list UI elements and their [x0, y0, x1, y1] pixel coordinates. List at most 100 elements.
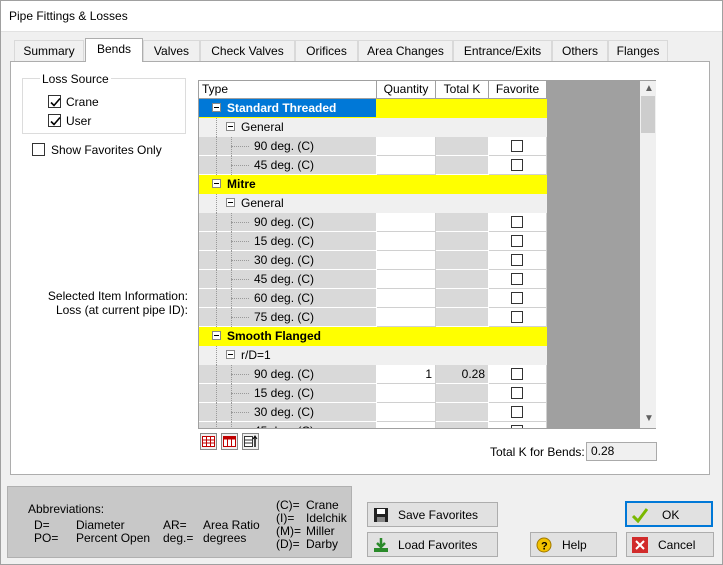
table-row[interactable]: 90 deg. (C) 1 0.28: [199, 365, 547, 384]
abbr-key: (C)=: [276, 498, 300, 512]
favorite-cell: [489, 99, 547, 118]
favorite-checkbox[interactable]: [511, 368, 523, 380]
table-row[interactable]: 75 deg. (C): [199, 308, 547, 327]
favorite-checkbox[interactable]: [511, 311, 523, 323]
collapse-icon[interactable]: [226, 198, 235, 207]
favorite-checkbox[interactable]: [511, 292, 523, 304]
favorite-checkbox[interactable]: [511, 216, 523, 228]
quantity-cell[interactable]: [377, 289, 436, 308]
table-row[interactable]: 90 deg. (C): [199, 137, 547, 156]
grid-body: Type Quantity Total K Favorite Standard …: [199, 81, 547, 428]
table-row[interactable]: 45 deg. (C): [199, 156, 547, 175]
table-row[interactable]: 60 deg. (C): [199, 289, 547, 308]
collapse-icon[interactable]: [226, 350, 235, 359]
category-row[interactable]: Smooth Flanged: [199, 327, 547, 346]
table-row[interactable]: 15 deg. (C): [199, 384, 547, 403]
quantity-cell: [377, 327, 436, 346]
subgroup-filler: [377, 346, 547, 365]
item-label: 45 deg. (C): [254, 422, 314, 428]
favorite-checkbox[interactable]: [511, 140, 523, 152]
tab-flanges[interactable]: Flanges: [608, 40, 668, 61]
tab-check-valves[interactable]: Check Valves: [200, 40, 295, 61]
table-row[interactable]: 30 deg. (C): [199, 403, 547, 422]
favorite-checkbox[interactable]: [511, 273, 523, 285]
subgroup-row[interactable]: General: [199, 118, 547, 137]
table-row[interactable]: 30 deg. (C): [199, 251, 547, 270]
item-label: 90 deg. (C): [254, 139, 315, 153]
grid-vertical-scrollbar[interactable]: ▲ ▼: [640, 81, 656, 428]
quantity-cell[interactable]: [377, 384, 436, 403]
save-favorites-button[interactable]: Save Favorites: [367, 502, 498, 527]
tab-bends[interactable]: Bends: [85, 38, 143, 62]
tab-valves[interactable]: Valves: [143, 40, 200, 61]
scroll-up-icon[interactable]: ▲: [644, 83, 654, 94]
quantity-cell[interactable]: [377, 137, 436, 156]
ok-button[interactable]: OK: [625, 501, 713, 527]
favorite-checkbox[interactable]: [511, 254, 523, 266]
abbr-key: AR=: [163, 518, 187, 532]
header-quantity[interactable]: Quantity: [377, 81, 436, 99]
selected-item-info-label: Selected Item Information:: [47, 289, 188, 303]
collapse-icon[interactable]: [212, 103, 221, 112]
table-row[interactable]: 90 deg. (C): [199, 213, 547, 232]
item-label: 75 deg. (C): [254, 310, 315, 324]
user-checkbox[interactable]: [48, 114, 61, 127]
cancel-button[interactable]: Cancel: [626, 532, 714, 557]
favorite-checkbox[interactable]: [511, 425, 523, 428]
item-label: 60 deg. (C): [254, 291, 315, 305]
sort-icon[interactable]: [242, 433, 259, 450]
total-k-cell: [436, 156, 489, 175]
ok-label: OK: [662, 508, 680, 522]
scroll-thumb[interactable]: [641, 96, 655, 133]
collapse-all-icon[interactable]: [221, 433, 238, 450]
tab-orifices[interactable]: Orifices: [295, 40, 358, 61]
favorite-checkbox[interactable]: [511, 387, 523, 399]
favorite-checkbox[interactable]: [511, 235, 523, 247]
expand-all-icon[interactable]: [200, 433, 217, 450]
total-k-label: Total K for Bends:: [490, 445, 585, 459]
tab-area-changes[interactable]: Area Changes: [358, 40, 453, 61]
quantity-cell[interactable]: [377, 308, 436, 327]
load-favorites-button[interactable]: Load Favorites: [367, 532, 498, 557]
quantity-cell[interactable]: [377, 232, 436, 251]
tab-summary[interactable]: Summary: [14, 40, 84, 61]
table-row[interactable]: 15 deg. (C): [199, 232, 547, 251]
favorite-checkbox[interactable]: [511, 406, 523, 418]
favorite-checkbox[interactable]: [511, 159, 523, 171]
header-favorite[interactable]: Favorite: [489, 81, 547, 99]
quantity-cell[interactable]: [377, 270, 436, 289]
scroll-down-icon[interactable]: ▼: [644, 413, 654, 424]
collapse-icon[interactable]: [226, 122, 235, 131]
collapse-icon[interactable]: [212, 179, 221, 188]
favorite-cell: [489, 213, 547, 232]
tab-others[interactable]: Others: [552, 40, 608, 61]
quantity-cell[interactable]: 1: [377, 365, 436, 384]
crane-checkbox[interactable]: [48, 95, 61, 108]
favorite-cell: [489, 422, 547, 428]
quantity-cell[interactable]: [377, 251, 436, 270]
show-favorites-checkbox[interactable]: [32, 143, 45, 156]
category-row[interactable]: Mitre: [199, 175, 547, 194]
quantity-cell[interactable]: [377, 156, 436, 175]
quantity-cell[interactable]: [377, 403, 436, 422]
help-button[interactable]: ? Help: [530, 532, 617, 557]
quantity-cell[interactable]: [377, 213, 436, 232]
header-type[interactable]: Type: [199, 81, 377, 99]
table-row[interactable]: 45 deg. (C): [199, 422, 547, 428]
subgroup-row[interactable]: r/D=1: [199, 346, 547, 365]
category-row[interactable]: Standard Threaded: [199, 99, 547, 118]
header-total-k[interactable]: Total K: [436, 81, 489, 99]
favorite-cell: [489, 365, 547, 384]
tab-entrance-exits[interactable]: Entrance/Exits: [453, 40, 552, 61]
quantity-cell[interactable]: [377, 422, 436, 428]
total-k-cell: [436, 270, 489, 289]
type-cell: 90 deg. (C): [199, 365, 377, 384]
type-cell: 75 deg. (C): [199, 308, 377, 327]
bends-grid: Type Quantity Total K Favorite Standard …: [198, 80, 656, 429]
collapse-icon[interactable]: [212, 331, 221, 340]
total-k-cell: [436, 327, 489, 346]
subgroup-row[interactable]: General: [199, 194, 547, 213]
total-k-cell: [436, 232, 489, 251]
type-cell: 90 deg. (C): [199, 137, 377, 156]
table-row[interactable]: 45 deg. (C): [199, 270, 547, 289]
